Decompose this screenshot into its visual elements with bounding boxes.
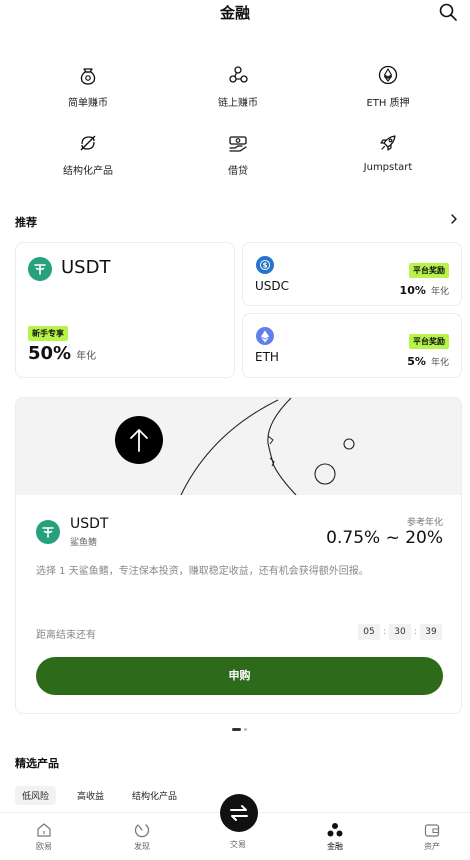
recommend-card-usdt[interactable]: USDT 新手专享 50% 年化 bbox=[15, 242, 235, 378]
recommend-header[interactable]: 推荐 bbox=[15, 211, 460, 229]
apy-value: 10% bbox=[399, 284, 426, 297]
featured-product-card[interactable]: USDT 鲨鱼鳍 参考年化 0.75% ~ 20% 选择 1 天鲨鱼鳍，专注保本… bbox=[15, 397, 462, 714]
wallet-icon bbox=[424, 824, 440, 837]
tab-assets[interactable]: 资产 bbox=[402, 821, 462, 852]
countdown-minutes: 30 bbox=[389, 624, 411, 640]
product-type: 鲨鱼鳍 bbox=[70, 538, 98, 548]
recommend-title: 推荐 bbox=[15, 216, 37, 229]
grid-item-label: 结构化产品 bbox=[63, 166, 113, 177]
chip-structured[interactable]: 结构化产品 bbox=[125, 786, 184, 805]
new-user-badge: 新手专享 bbox=[28, 326, 68, 341]
loan-icon bbox=[229, 136, 247, 152]
structured-product-icon bbox=[80, 135, 96, 151]
countdown-timer: 05 : 30 : 39 bbox=[356, 624, 446, 641]
page-title: 金融 bbox=[219, 4, 250, 22]
countdown-seconds: 39 bbox=[420, 624, 442, 640]
tab-label: 资产 bbox=[424, 842, 440, 851]
grid-item-structured[interactable]: 结构化产品 bbox=[13, 132, 163, 177]
tab-finance[interactable]: 金融 bbox=[305, 821, 365, 852]
svg-text:$: $ bbox=[263, 261, 268, 269]
usdc-coin-icon: $ bbox=[256, 256, 274, 274]
onchain-nodes-icon bbox=[229, 66, 248, 83]
countdown-sep: : bbox=[414, 627, 418, 637]
countdown-hours: 05 bbox=[358, 624, 380, 640]
apy-unit: 年化 bbox=[76, 351, 97, 362]
grid-item-jumpstart[interactable]: Jumpstart bbox=[313, 132, 463, 173]
eth-coin-icon bbox=[256, 327, 274, 345]
countdown-label: 距离结束还有 bbox=[36, 630, 96, 641]
countdown-sep: : bbox=[383, 627, 387, 637]
grid-item-onchain-earn[interactable]: 链上赚币 bbox=[163, 64, 313, 109]
chip-low-risk[interactable]: 低风险 bbox=[15, 786, 57, 805]
product-description: 选择 1 天鲨鱼鳍，专注保本投资，赚取稳定收益，还有机会获得额外回报。 bbox=[36, 566, 369, 577]
subscribe-button[interactable]: 申购 bbox=[36, 657, 443, 695]
apy-value: 5% bbox=[407, 355, 426, 368]
apy-unit: 年化 bbox=[430, 358, 449, 368]
home-icon bbox=[37, 823, 51, 837]
platform-reward-badge: 平台奖励 bbox=[409, 334, 449, 349]
grid-item-label: Jumpstart bbox=[363, 162, 413, 173]
chevron-right-icon[interactable] bbox=[448, 213, 460, 225]
recommend-card-usdc[interactable]: $ USDC 平台奖励 10% 年化 bbox=[242, 242, 462, 306]
chip-high-yield[interactable]: 高收益 bbox=[70, 786, 111, 805]
apy-value: 50% bbox=[28, 343, 72, 364]
grid-item-label: ETH 质押 bbox=[366, 98, 410, 109]
grid-item-label: 简单赚币 bbox=[68, 98, 108, 109]
usdt-coin-icon bbox=[28, 257, 52, 281]
discover-icon bbox=[134, 824, 150, 838]
search-icon[interactable] bbox=[438, 2, 458, 22]
finance-icon bbox=[327, 823, 343, 837]
grid-item-label: 借贷 bbox=[228, 166, 248, 177]
recommend-card-eth[interactable]: ETH 平台奖励 5% 年化 bbox=[242, 313, 462, 378]
rate-range: 0.75% ~ 20% bbox=[326, 528, 443, 548]
carousel-pagination bbox=[0, 727, 470, 733]
tab-label: 发现 bbox=[134, 842, 150, 851]
tab-label: 交易 bbox=[230, 840, 246, 849]
tab-label: 金融 bbox=[327, 842, 343, 851]
trade-fab-button[interactable] bbox=[220, 794, 258, 832]
tab-discover[interactable]: 发现 bbox=[112, 821, 172, 852]
banner-illustration bbox=[180, 398, 355, 496]
money-bag-icon bbox=[80, 68, 96, 85]
tab-home[interactable]: 欧易 bbox=[14, 821, 74, 852]
carousel-dot[interactable] bbox=[244, 728, 247, 731]
top-bar: 金融 bbox=[0, 0, 470, 28]
usdt-coin-icon bbox=[36, 520, 60, 544]
coin-name: USDT bbox=[70, 516, 109, 532]
featured-products-title: 精选产品 bbox=[15, 757, 59, 770]
tab-trade[interactable]: 交易 bbox=[208, 837, 268, 850]
swap-arrows-icon bbox=[230, 805, 248, 821]
grid-item-simple-earn[interactable]: 简单赚币 bbox=[13, 64, 163, 109]
tab-label: 欧易 bbox=[36, 842, 52, 851]
apy-unit: 年化 bbox=[430, 287, 449, 297]
rocket-icon bbox=[380, 135, 396, 151]
coin-name: USDT bbox=[61, 257, 111, 278]
platform-reward-badge: 平台奖励 bbox=[409, 263, 449, 278]
arrow-up-icon bbox=[115, 416, 163, 464]
eth-staking-icon bbox=[378, 65, 398, 85]
grid-item-eth-staking[interactable]: ETH 质押 bbox=[313, 64, 463, 109]
coin-name: ETH bbox=[255, 350, 279, 364]
carousel-dot-active[interactable] bbox=[232, 728, 241, 731]
coin-name: USDC bbox=[255, 279, 290, 293]
promo-banner bbox=[16, 398, 461, 496]
grid-item-loan[interactable]: 借贷 bbox=[163, 132, 313, 177]
grid-item-label: 链上赚币 bbox=[218, 98, 258, 109]
rate-label: 参考年化 bbox=[406, 518, 443, 528]
